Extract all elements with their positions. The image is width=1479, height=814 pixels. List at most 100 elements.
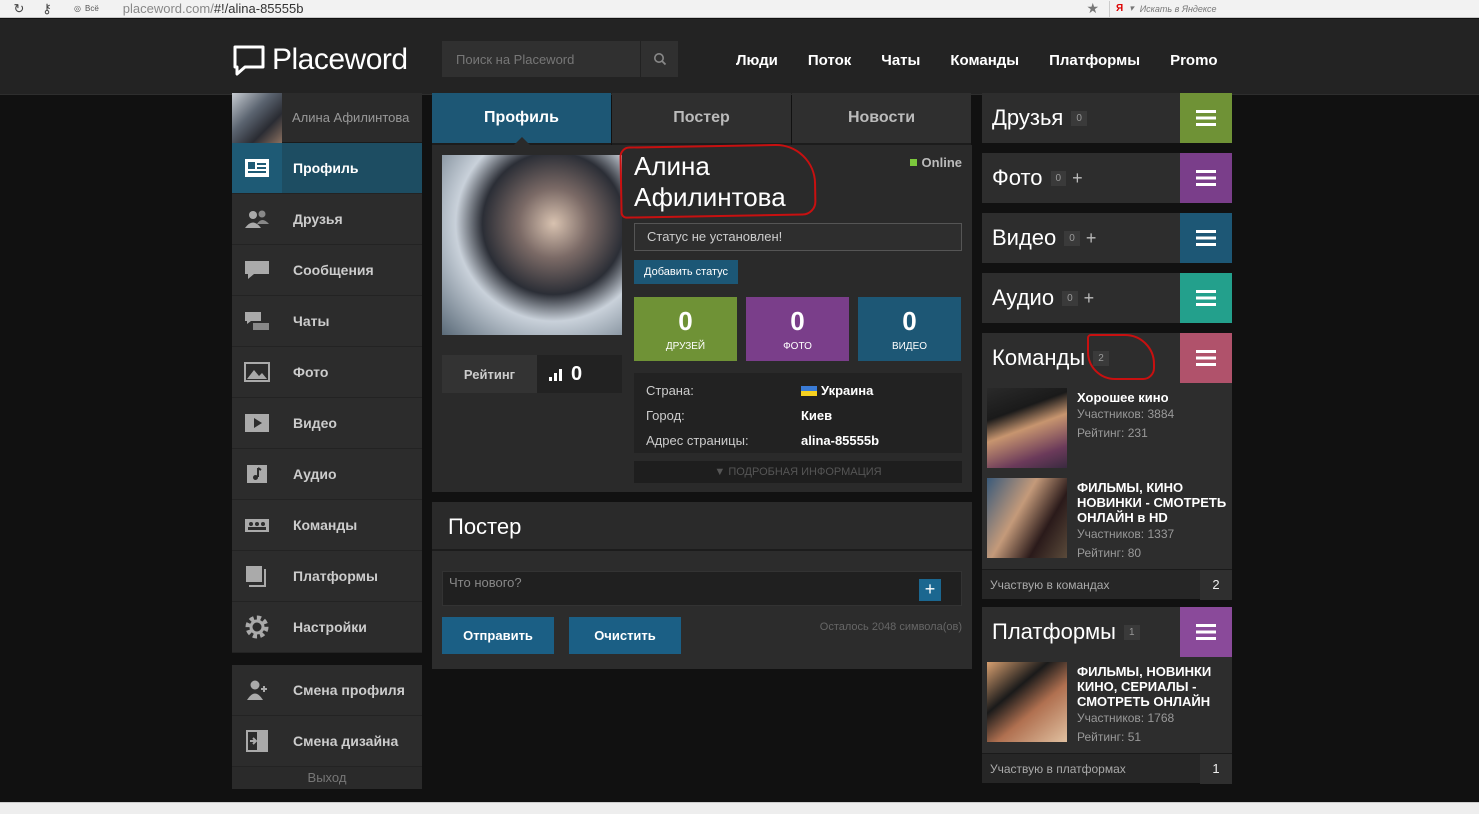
list-item[interactable]: ФИЛЬМЫ, КИНО НОВИНКИ - СМОТРЕТЬ ОНЛАЙН в…: [982, 473, 1232, 569]
sidebar-item-label: Видео: [293, 415, 337, 431]
sidebar-item-switch-profile[interactable]: Смена профиля: [232, 665, 422, 716]
list-item[interactable]: ФИЛЬМЫ, НОВИНКИ КИНО, СЕРИАЛЫ - СМОТРЕТЬ…: [982, 657, 1232, 753]
url-domain: placeword.com/: [122, 1, 214, 16]
profile-info: Страна: Украина Город: Киев Адрес страни…: [634, 373, 962, 453]
team-rating: Рейтинг: 80: [1077, 546, 1142, 560]
list-item[interactable]: Хорошее кино Участников: 3884 Рейтинг: 2…: [982, 383, 1232, 473]
browser-tab-label: Всё: [84, 4, 99, 13]
teams-footer[interactable]: Участвую в командах 2: [982, 569, 1232, 600]
teams-footer-count: 2: [1200, 569, 1232, 600]
attach-plus-button[interactable]: +: [919, 579, 941, 601]
sidebar-item-messages[interactable]: Сообщения: [232, 245, 422, 296]
sidebar-item-teams[interactable]: Команды: [232, 500, 422, 551]
logo-text: Placeword: [272, 43, 408, 76]
bookmark-star-icon[interactable]: ★: [1086, 0, 1099, 17]
online-label: Online: [921, 155, 962, 170]
yandex-search-field[interactable]: Я ▾ Искать в Яндексе: [1109, 0, 1479, 17]
sidebar-item-platforms[interactable]: Платформы: [232, 551, 422, 602]
platform-rating: Рейтинг: 51: [1077, 730, 1142, 744]
sidebar-item-label: Чаты: [293, 313, 330, 329]
widget-photo[interactable]: Фото 0 +: [982, 153, 1232, 203]
hamburger-menu-icon[interactable]: [1180, 273, 1232, 323]
platform-name[interactable]: ФИЛЬМЫ, НОВИНКИ КИНО, СЕРИАЛЫ - СМОТРЕТЬ…: [1077, 664, 1227, 709]
team-rating: Рейтинг: 231: [1077, 426, 1148, 440]
poster-textarea[interactable]: Что нового?: [442, 571, 962, 606]
photo-icon: [232, 347, 282, 397]
hamburger-menu-icon[interactable]: [1180, 607, 1232, 657]
sidebar-item-video[interactable]: Видео: [232, 398, 422, 449]
profile-tabs: Профиль Постер Новости: [432, 93, 972, 145]
add-plus-icon[interactable]: +: [1072, 168, 1083, 189]
stat-photo[interactable]: 0 ФОТО: [746, 297, 849, 361]
sidebar-item-settings[interactable]: Настройки: [232, 602, 422, 653]
widget-platforms[interactable]: Платформы 1: [982, 607, 1232, 657]
sidebar-item-photo[interactable]: Фото: [232, 347, 422, 398]
rating-box: Рейтинг 0: [442, 355, 622, 393]
widget-title: Фото: [992, 165, 1043, 190]
widget-audio[interactable]: Аудио 0 +: [982, 273, 1232, 323]
nav-people[interactable]: Люди: [736, 52, 778, 69]
site-logo[interactable]: Placeword: [232, 43, 408, 77]
nav-stream[interactable]: Поток: [808, 52, 851, 69]
hamburger-menu-icon[interactable]: [1180, 93, 1232, 143]
team-thumbnail[interactable]: [987, 388, 1067, 468]
widget-video[interactable]: Видео 0 +: [982, 213, 1232, 263]
widget-count: 1: [1124, 624, 1140, 640]
hamburger-menu-icon[interactable]: [1180, 333, 1232, 383]
gear-icon: [232, 602, 282, 652]
sidebar-item-friends[interactable]: Друзья: [232, 194, 422, 245]
browser-toolbar: ↻ ⚷ ◎ Всё placeword.com/#!/alina-85555b …: [0, 0, 1479, 18]
hamburger-menu-icon[interactable]: [1180, 153, 1232, 203]
nav-teams[interactable]: Команды: [950, 52, 1019, 69]
sidebar-item-audio[interactable]: Аудио: [232, 449, 422, 500]
avatar[interactable]: [232, 92, 282, 143]
key-icon[interactable]: ⚷: [38, 1, 56, 16]
stat-value: 0: [902, 305, 917, 336]
team-info: ФИЛЬМЫ, КИНО НОВИНКИ - СМОТРЕТЬ ОНЛАЙН в…: [1077, 478, 1227, 564]
info-row: Адрес страницы: alina-85555b: [646, 428, 950, 453]
tab-poster[interactable]: Постер: [612, 93, 791, 145]
stat-friends[interactable]: 0 ДРУЗЕЙ: [634, 297, 737, 361]
profile-photo[interactable]: [442, 155, 622, 335]
more-info-toggle[interactable]: ▼ ПОДРОБНАЯ ИНФОРМАЦИЯ: [634, 461, 962, 483]
add-plus-icon[interactable]: +: [1086, 228, 1097, 249]
info-row: Страна: Украина: [646, 378, 950, 403]
site-search: [442, 41, 678, 77]
platform-thumbnail[interactable]: [987, 662, 1067, 742]
browser-tab[interactable]: ◎ Всё: [74, 4, 99, 13]
globe-icon: ◎: [74, 4, 81, 13]
add-plus-icon[interactable]: +: [1084, 288, 1095, 309]
stat-video[interactable]: 0 ВИДЕО: [858, 297, 961, 361]
search-icon: [653, 53, 666, 66]
hamburger-menu-icon[interactable]: [1180, 213, 1232, 263]
teams-footer-label: Участвую в командах: [990, 577, 1110, 592]
add-status-button[interactable]: Добавить статус: [634, 260, 738, 284]
tab-profile[interactable]: Профиль: [432, 93, 611, 145]
nav-chats[interactable]: Чаты: [881, 52, 920, 69]
info-row: Город: Киев: [646, 403, 950, 428]
search-input[interactable]: [442, 41, 640, 77]
nav-platforms[interactable]: Платформы: [1049, 52, 1140, 69]
team-thumbnail[interactable]: [987, 478, 1067, 558]
clear-button[interactable]: Очистить: [569, 617, 681, 654]
reload-icon[interactable]: ↻: [10, 1, 28, 16]
send-button[interactable]: Отправить: [442, 617, 554, 654]
search-button[interactable]: [640, 41, 678, 77]
yandex-dropdown-icon[interactable]: ▾: [1129, 3, 1134, 14]
team-name[interactable]: ФИЛЬМЫ, КИНО НОВИНКИ - СМОТРЕТЬ ОНЛАЙН в…: [1077, 480, 1227, 525]
widget-friends[interactable]: Друзья 0: [982, 93, 1232, 143]
tab-news[interactable]: Новости: [792, 93, 971, 145]
team-info: Хорошее кино Участников: 3884 Рейтинг: 2…: [1077, 388, 1174, 468]
friends-icon: [232, 194, 282, 244]
platforms-footer[interactable]: Участвую в платформах 1: [982, 753, 1232, 784]
sidebar-item-chats[interactable]: Чаты: [232, 296, 422, 347]
address-bar[interactable]: placeword.com/#!/alina-85555b: [123, 1, 1087, 16]
logout-link[interactable]: Выход: [232, 767, 422, 789]
sidebar-item-switch-design[interactable]: Смена дизайна: [232, 716, 422, 767]
nav-promo[interactable]: Promo: [1170, 52, 1218, 69]
status-field[interactable]: Статус не установлен!: [634, 223, 962, 251]
sidebar-item-profile[interactable]: Профиль: [232, 143, 422, 194]
team-name[interactable]: Хорошее кино: [1077, 390, 1174, 405]
platforms-footer-count: 1: [1200, 753, 1232, 784]
user-card[interactable]: Алина Афилинтова: [232, 92, 422, 143]
